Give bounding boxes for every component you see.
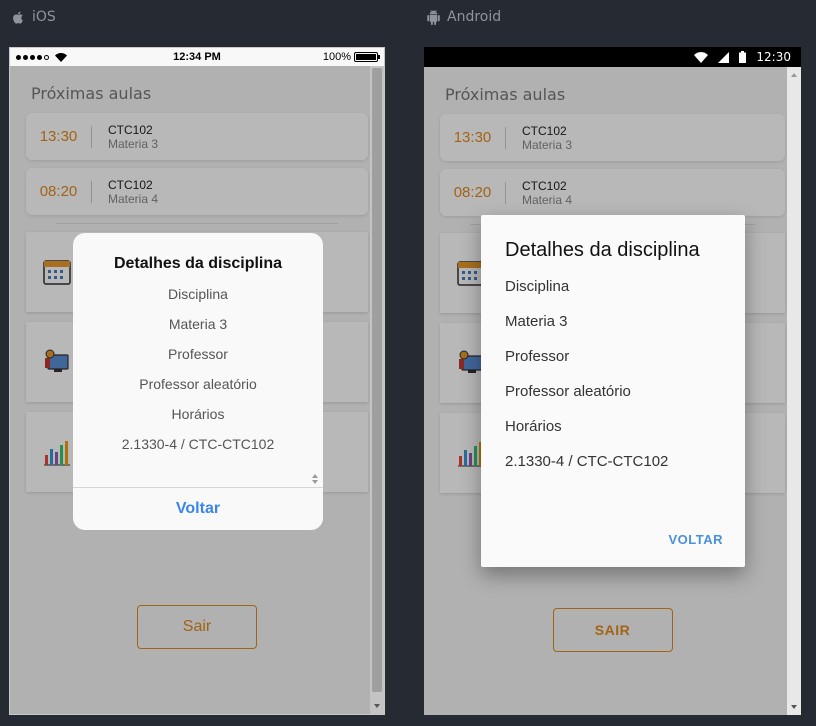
battery-icon <box>739 51 747 63</box>
scrollbar[interactable] <box>787 67 801 715</box>
dialog-value-discipline: Materia 3 <box>168 316 228 332</box>
dialog-label-professor: Professor <box>168 346 228 362</box>
dialog-value-discipline: Materia 3 <box>505 313 568 330</box>
cell-signal-icon <box>718 51 730 63</box>
scrollbar-thumb[interactable] <box>372 68 382 692</box>
scroll-updown-icon[interactable] <box>311 473 319 485</box>
dialog-label-professor: Professor <box>505 348 570 365</box>
android-label-text: Android <box>447 9 502 25</box>
dialog-label-schedule: Horários <box>505 418 562 435</box>
battery-percent: 100% <box>322 51 351 63</box>
wifi-icon <box>55 52 67 62</box>
dialog-value-schedule: 2.1330-4 / CTC-CTC102 <box>505 453 669 470</box>
ios-status-bar: 12:34 PM 100% <box>10 48 384 66</box>
dialog-value-professor: Professor aleatório <box>505 383 631 400</box>
android-icon <box>427 9 440 25</box>
dialog-title: Detalhes da disciplina <box>113 255 283 272</box>
ios-platform-label: iOS <box>11 9 56 25</box>
ios-label-text: iOS <box>32 9 56 25</box>
android-status-time: 12:30 <box>756 50 791 64</box>
android-phone-screen: 12:30 Próximas aulas 13:30 CTC102 Materi… <box>424 47 801 715</box>
cell-signal-icon <box>16 52 67 62</box>
dialog-value-schedule: 2.1330-4 / CTC-CTC102 <box>121 436 275 452</box>
android-details-dialog: Detalhes da disciplina Disciplina Materi… <box>481 215 745 567</box>
apple-icon <box>13 11 23 24</box>
ios-phone-screen: 12:34 PM 100% Próximas aulas 13:30 CTC10… <box>9 47 385 715</box>
battery-icon <box>354 52 380 62</box>
back-button[interactable]: Voltar <box>73 487 323 530</box>
dialog-label-discipline: Disciplina <box>168 286 228 302</box>
dialog-label-discipline: Disciplina <box>505 278 570 295</box>
ios-details-dialog: Detalhes da disciplina Disciplina Materi… <box>73 233 323 530</box>
android-status-bar: 12:30 <box>424 47 801 67</box>
android-platform-label: Android <box>426 9 501 25</box>
dialog-label-schedule: Horários <box>171 406 225 422</box>
scroll-up-arrow-icon[interactable] <box>791 73 797 77</box>
dialog-value-professor: Professor aleatório <box>139 376 257 392</box>
dialog-title: Detalhes da disciplina <box>505 239 700 261</box>
wifi-icon <box>694 51 709 63</box>
scrollbar[interactable] <box>370 66 384 714</box>
back-button[interactable]: VOLTAR <box>668 532 723 547</box>
scroll-down-arrow-icon[interactable] <box>791 705 797 709</box>
scroll-down-arrow-icon[interactable] <box>374 704 380 708</box>
